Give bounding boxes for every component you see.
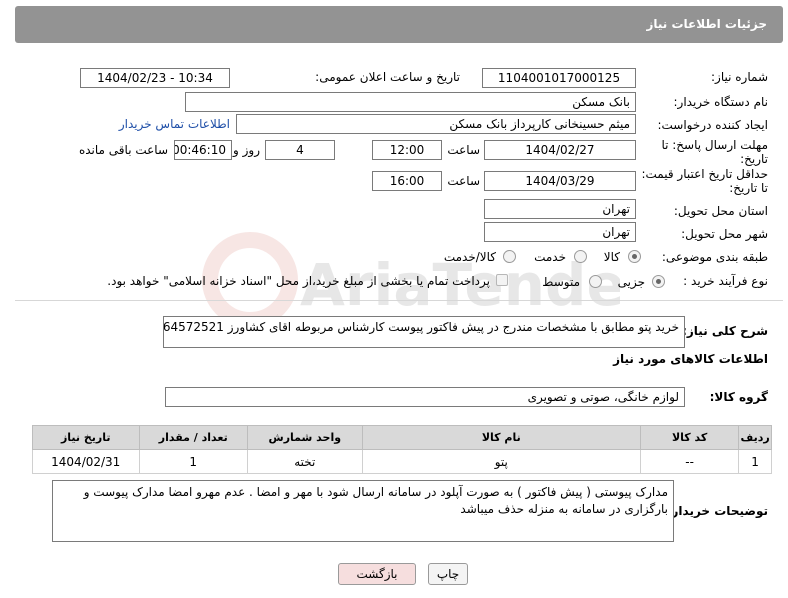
treasury-payment-checkbox[interactable]: [496, 274, 508, 286]
col-name: نام کالا: [361, 425, 642, 450]
contact-info-link[interactable]: اطلاعات تماس خریدار: [119, 117, 230, 131]
remaining-time-field: 00:46:10: [174, 140, 232, 160]
category-label: طبقه بندی موضوعی:: [661, 250, 768, 264]
col-unit: واحد شمارش: [246, 425, 363, 450]
process-radio-medium[interactable]: [589, 275, 602, 288]
cell-row: 1: [738, 449, 772, 474]
col-row: ردیف: [738, 425, 772, 450]
deadline-label: مهلت ارسال پاسخ: تا: [661, 138, 768, 152]
deadline-time-field: 12:00: [372, 140, 442, 160]
city-field: تهران: [484, 222, 636, 242]
validity-time-field: 16:00: [372, 171, 442, 191]
validity-date-field: 1404/03/29: [484, 171, 636, 191]
process-radio-minor[interactable]: [652, 275, 665, 288]
cell-name: پتو: [361, 449, 642, 474]
announce-label: تاریخ و ساعت اعلان عمومی:: [315, 70, 460, 84]
remaining-label: ساعت باقی مانده: [78, 143, 168, 157]
process-option-medium: متوسط: [542, 275, 580, 289]
col-qty: تعداد / مقدار: [138, 425, 248, 450]
goods-group-field: لوازم خانگی، صوتی و تصویری: [165, 387, 685, 407]
days-field: 4: [265, 140, 335, 160]
process-type-label: نوع فرآیند خرید :: [683, 274, 768, 288]
validity-time-label: ساعت: [447, 174, 480, 188]
need-number-field: 1104001017000125: [482, 68, 636, 88]
print-button[interactable]: چاپ: [428, 563, 468, 585]
buyer-org-label: نام دستگاه خریدار:: [673, 95, 769, 109]
deadline-time-label: ساعت: [447, 143, 480, 157]
process-option-minor: جزیی: [617, 275, 645, 289]
category-option-goods: کالا: [603, 250, 620, 264]
category-option-service: خدمت: [534, 250, 566, 264]
treasury-payment-note: پرداخت تمام یا بخشی از مبلغ خرید،از محل …: [107, 274, 490, 288]
province-field: تهران: [484, 199, 636, 219]
category-radio-service[interactable]: [574, 250, 587, 263]
goods-table: ردیف کد کالا نام کالا واحد شمارش تعداد /…: [32, 425, 772, 474]
cell-date: 1404/02/31: [32, 449, 140, 474]
col-code: کد کالا: [639, 425, 740, 450]
deadline-date-field: 1404/02/27: [484, 140, 636, 160]
buyer-org-field: بانک مسکن: [185, 92, 636, 112]
description-label: شرح کلی نیاز:: [682, 324, 768, 338]
page-header: جزئیات اطلاعات نیاز: [15, 6, 783, 43]
buyer-notes-label: توضیحات خریدار:: [666, 504, 768, 518]
description-field: خرید پتو مطابق با مشخصات مندرج در پیش فا…: [163, 316, 685, 348]
goods-section-title: اطلاعات کالاهای مورد نیاز: [613, 352, 768, 366]
table-row: 1 -- پتو تخته 1 1404/02/31: [32, 449, 772, 474]
validity-label-date: تا تاریخ:: [729, 181, 768, 195]
category-option-goods-service: کالا/خدمت: [443, 250, 496, 264]
page-title: جزئیات اطلاعات نیاز: [646, 17, 767, 31]
days-label: روز و: [233, 143, 260, 157]
category-radio-goods[interactable]: [628, 250, 641, 263]
validity-label: حداقل تاریخ اعتبار قیمت:: [641, 167, 768, 181]
goods-table-header: ردیف کد کالا نام کالا واحد شمارش تعداد /…: [32, 425, 772, 450]
cell-code: --: [639, 449, 740, 474]
creator-field: میثم حسینخانی کارپرداز بانک مسکن: [236, 114, 636, 134]
divider: [15, 300, 783, 301]
province-label: استان محل تحویل:: [673, 204, 768, 218]
col-date: تاریخ نیاز: [32, 425, 140, 450]
city-label: شهر محل تحویل:: [681, 227, 768, 241]
need-number-label: شماره نیاز:: [711, 70, 768, 84]
announce-field: 1404/02/23 - 10:34: [80, 68, 230, 88]
category-radio-goods-service[interactable]: [503, 250, 516, 263]
goods-group-label: گروه کالا:: [709, 390, 768, 404]
cell-qty: 1: [138, 449, 248, 474]
buyer-notes-field: مدارک پیوستی ( پیش فاکتور ) به صورت آپلو…: [52, 480, 674, 542]
deadline-label-date: تاریخ:: [740, 152, 768, 166]
cell-unit: تخته: [246, 449, 363, 474]
back-button[interactable]: بازگشت: [338, 563, 416, 585]
creator-label: ایجاد کننده درخواست:: [657, 118, 768, 132]
